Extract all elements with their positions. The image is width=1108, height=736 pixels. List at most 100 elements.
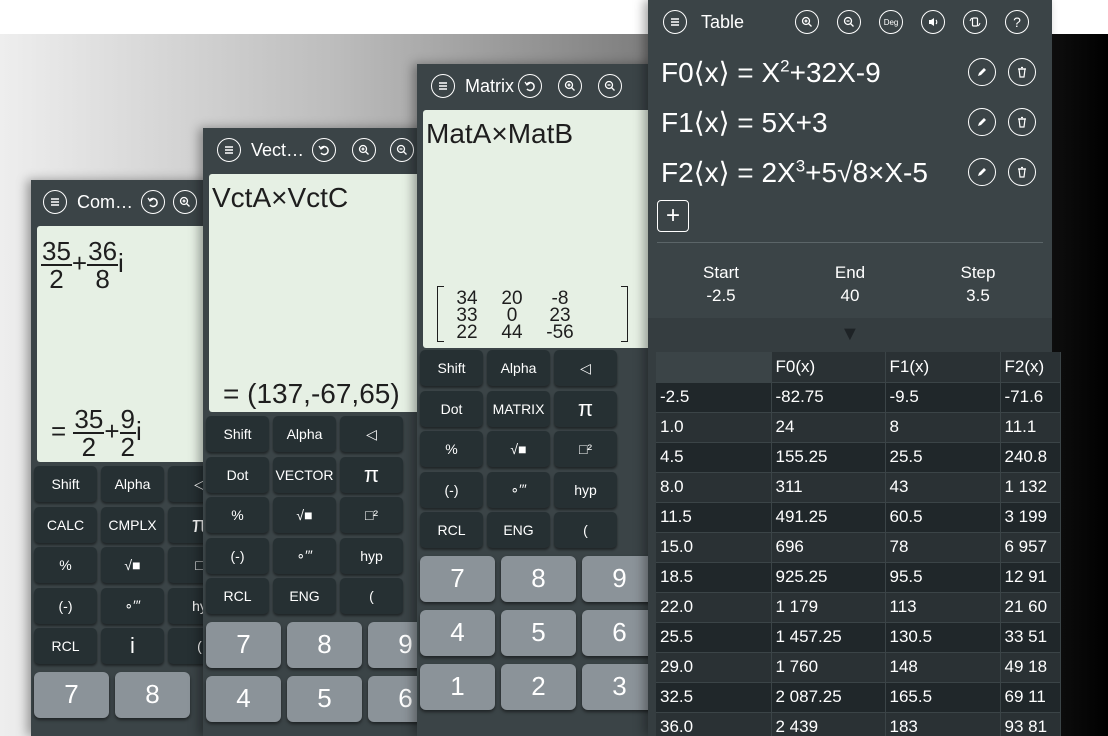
digit-8-key[interactable]: 8 [115,671,190,718]
undo-icon[interactable] [141,190,166,214]
table-cell: 3 199 [1000,502,1061,533]
menu-icon[interactable] [431,74,455,98]
zoom-out-icon[interactable] [598,74,622,98]
matrix-display: MatA×MatB 34 20 -8 33 0 23 22 44 -56 [423,110,657,348]
function-row-f1[interactable]: F1⟨x⟩ = 5X+3 [661,106,828,139]
table-cell: 130.5 [885,622,1001,653]
zoom-in-icon[interactable] [558,74,582,98]
vector-key[interactable]: VECTOR [273,456,336,493]
degree-minute-second-key[interactable]: ∘′″ [487,471,550,508]
menu-icon[interactable] [217,138,241,162]
undo-icon[interactable] [518,74,542,98]
zoom-in-icon[interactable] [173,190,198,214]
digit-2-key[interactable]: 2 [501,663,576,710]
function-row-f2[interactable]: F2⟨x⟩ = 2X3+5√8×X-5 [661,156,928,189]
eng-key[interactable]: ENG [487,512,550,548]
trash-icon[interactable] [1008,158,1036,186]
pi-key[interactable]: π [340,456,403,493]
calc-key[interactable]: CALC [34,506,97,543]
square-key[interactable]: □² [554,431,617,467]
edit-icon[interactable] [968,58,996,86]
digit-3-key[interactable]: 3 [582,663,657,710]
help-icon[interactable]: ? [1005,10,1030,34]
column-header: F1(x) [885,352,1001,383]
digit-4-key[interactable]: 4 [420,609,495,656]
edit-icon[interactable] [968,158,996,186]
matrix-key[interactable]: MATRIX [487,390,550,427]
zoom-out-icon[interactable] [390,138,415,162]
undo-icon[interactable] [312,138,337,162]
rcl-key[interactable]: RCL [34,628,97,664]
negate-key[interactable]: (-) [34,587,97,624]
pi-key[interactable]: π [554,390,617,427]
alpha-key[interactable]: Alpha [273,416,336,452]
dot-key[interactable]: Dot [420,390,483,427]
percent-key[interactable]: % [34,547,97,583]
shift-key[interactable]: Shift [206,416,269,452]
alpha-key[interactable]: Alpha [487,350,550,386]
alpha-key[interactable]: Alpha [101,466,164,502]
table-cell: 113 [885,592,1001,623]
open-paren-key[interactable]: ( [340,578,403,614]
eng-key[interactable]: ENG [273,578,336,614]
digit-6-key[interactable]: 6 [582,609,657,656]
function-row-f0[interactable]: F0⟨x⟩ = X2+32X-9 [661,56,881,89]
percent-key[interactable]: % [206,497,269,533]
negate-key[interactable]: (-) [206,537,269,574]
dot-key[interactable]: Dot [206,456,269,493]
digit-7-key[interactable]: 7 [206,621,281,668]
hyp-key[interactable]: hyp [554,471,617,508]
range-end-label: End [834,263,866,282]
square-key[interactable]: □² [340,497,403,533]
open-paren-key[interactable]: ( [554,512,617,548]
rcl-key[interactable]: RCL [206,578,269,614]
cmplx-key[interactable]: CMPLX [101,506,164,543]
digit-8-key[interactable]: 8 [501,555,576,602]
zoom-in-icon[interactable] [352,138,377,162]
sqrt-key[interactable]: √■ [101,547,164,583]
digit-5-key[interactable]: 5 [501,609,576,656]
degree-mode-icon[interactable]: Deg [879,10,904,34]
function-expression: X [761,57,781,88]
sqrt-key[interactable]: √■ [487,431,550,467]
menu-icon[interactable] [43,190,67,214]
digit-7-key[interactable]: 7 [34,671,109,718]
collapse-arrow-icon[interactable]: ▼ [840,323,860,346]
range-start-value[interactable]: -2.5 [671,286,771,306]
imaginary-i-key[interactable]: i [101,628,164,664]
complex-calculator-screen: Com… 35 2 +36 8 i = 35 2 +9 2 i Shift Alpha ◁ CALC C… [31,180,221,736]
left-arrow-key[interactable]: ◁ [340,416,403,452]
menu-icon[interactable] [663,10,687,34]
hyp-key[interactable]: hyp [340,537,403,574]
degree-minute-second-key[interactable]: ∘′″ [101,587,164,624]
shift-key[interactable]: Shift [34,466,97,502]
table-cell: 1 457.25 [771,622,886,653]
percent-key[interactable]: % [420,431,483,467]
zoom-in-icon[interactable] [795,10,820,34]
sound-icon[interactable] [921,10,946,34]
range-end-value[interactable]: 40 [800,286,900,306]
matrix-topbar: Matrix [417,64,657,108]
digit-5-key[interactable]: 5 [287,675,362,722]
table-cell: 78 [885,532,1001,563]
left-arrow-key[interactable]: ◁ [554,350,617,386]
matrix-cell: 44 [501,322,523,343]
degree-minute-second-key[interactable]: ∘′″ [273,537,336,574]
add-function-button[interactable]: + [657,200,689,232]
edit-icon[interactable] [968,108,996,136]
trash-icon[interactable] [1008,108,1036,136]
sqrt-key[interactable]: √■ [273,497,336,533]
digit-9-key[interactable]: 9 [582,555,657,602]
digit-1-key[interactable]: 1 [420,663,495,710]
rotate-icon[interactable] [963,10,988,34]
digit-8-key[interactable]: 8 [287,621,362,668]
digit-4-key[interactable]: 4 [206,675,281,722]
table-cell: 49 18 [1000,652,1061,683]
shift-key[interactable]: Shift [420,350,483,386]
range-step-value[interactable]: 3.5 [928,286,1028,306]
negate-key[interactable]: (-) [420,471,483,508]
rcl-key[interactable]: RCL [420,512,483,548]
zoom-out-icon[interactable] [837,10,862,34]
trash-icon[interactable] [1008,58,1036,86]
digit-7-key[interactable]: 7 [420,555,495,602]
